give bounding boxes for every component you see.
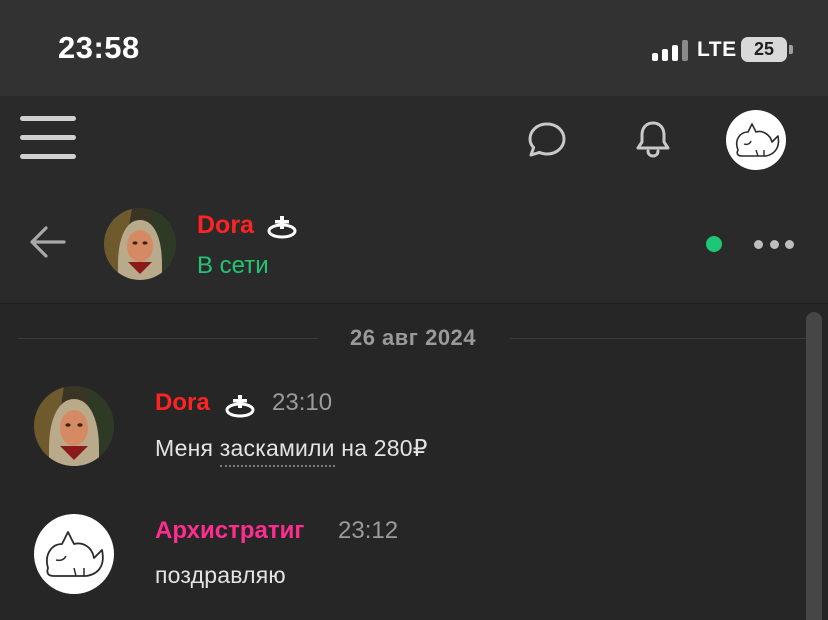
crown-badge-icon: [224, 393, 256, 419]
online-indicator: [706, 236, 722, 252]
bell-icon[interactable]: [632, 118, 674, 160]
message-text-part: на 280₽: [334, 435, 428, 461]
more-options-icon[interactable]: [752, 234, 796, 254]
signal-strength-icon: [652, 39, 690, 61]
date-divider-line: [510, 338, 806, 339]
menu-icon[interactable]: [20, 116, 76, 164]
user-avatar[interactable]: [726, 110, 786, 170]
battery-tip: [789, 45, 793, 54]
contact-status: В сети: [197, 252, 269, 279]
message-text: Меня заскамили на 280₽: [155, 435, 428, 467]
message-avatar-dora[interactable]: [34, 386, 114, 466]
status-bar: 23:58 LTE 25: [0, 0, 828, 96]
message-highlight-link[interactable]: заскамили: [219, 435, 335, 467]
battery-level: 25: [753, 39, 775, 59]
message-text-part: Меня: [155, 435, 220, 461]
message-author[interactable]: Dora: [155, 389, 210, 417]
message-time: 23:10: [272, 389, 333, 416]
crown-badge-icon: [266, 214, 298, 240]
chat-bubble-icon[interactable]: [526, 120, 568, 160]
contact-avatar[interactable]: [104, 208, 176, 280]
battery-icon: 25: [741, 37, 787, 62]
date-divider-line: [18, 338, 318, 339]
message-text: поздравляю: [155, 562, 286, 588]
message-time: 23:12: [338, 517, 399, 544]
date-separator: 26 авг 2024: [349, 325, 477, 350]
chat-header: Dora В сети: [0, 186, 828, 304]
back-arrow-icon[interactable]: [28, 224, 68, 260]
scrollbar[interactable]: [806, 312, 822, 620]
message-list: 26 авг 2024 Dora 23:10 Меня заскамили на…: [0, 305, 828, 620]
network-type: LTE: [697, 38, 737, 61]
message-avatar-arkhistratig[interactable]: [34, 514, 114, 594]
message-author[interactable]: Архистратиг: [155, 517, 304, 545]
status-time: 23:58: [58, 30, 140, 65]
contact-name[interactable]: Dora: [197, 211, 254, 240]
app-header: [0, 96, 828, 186]
